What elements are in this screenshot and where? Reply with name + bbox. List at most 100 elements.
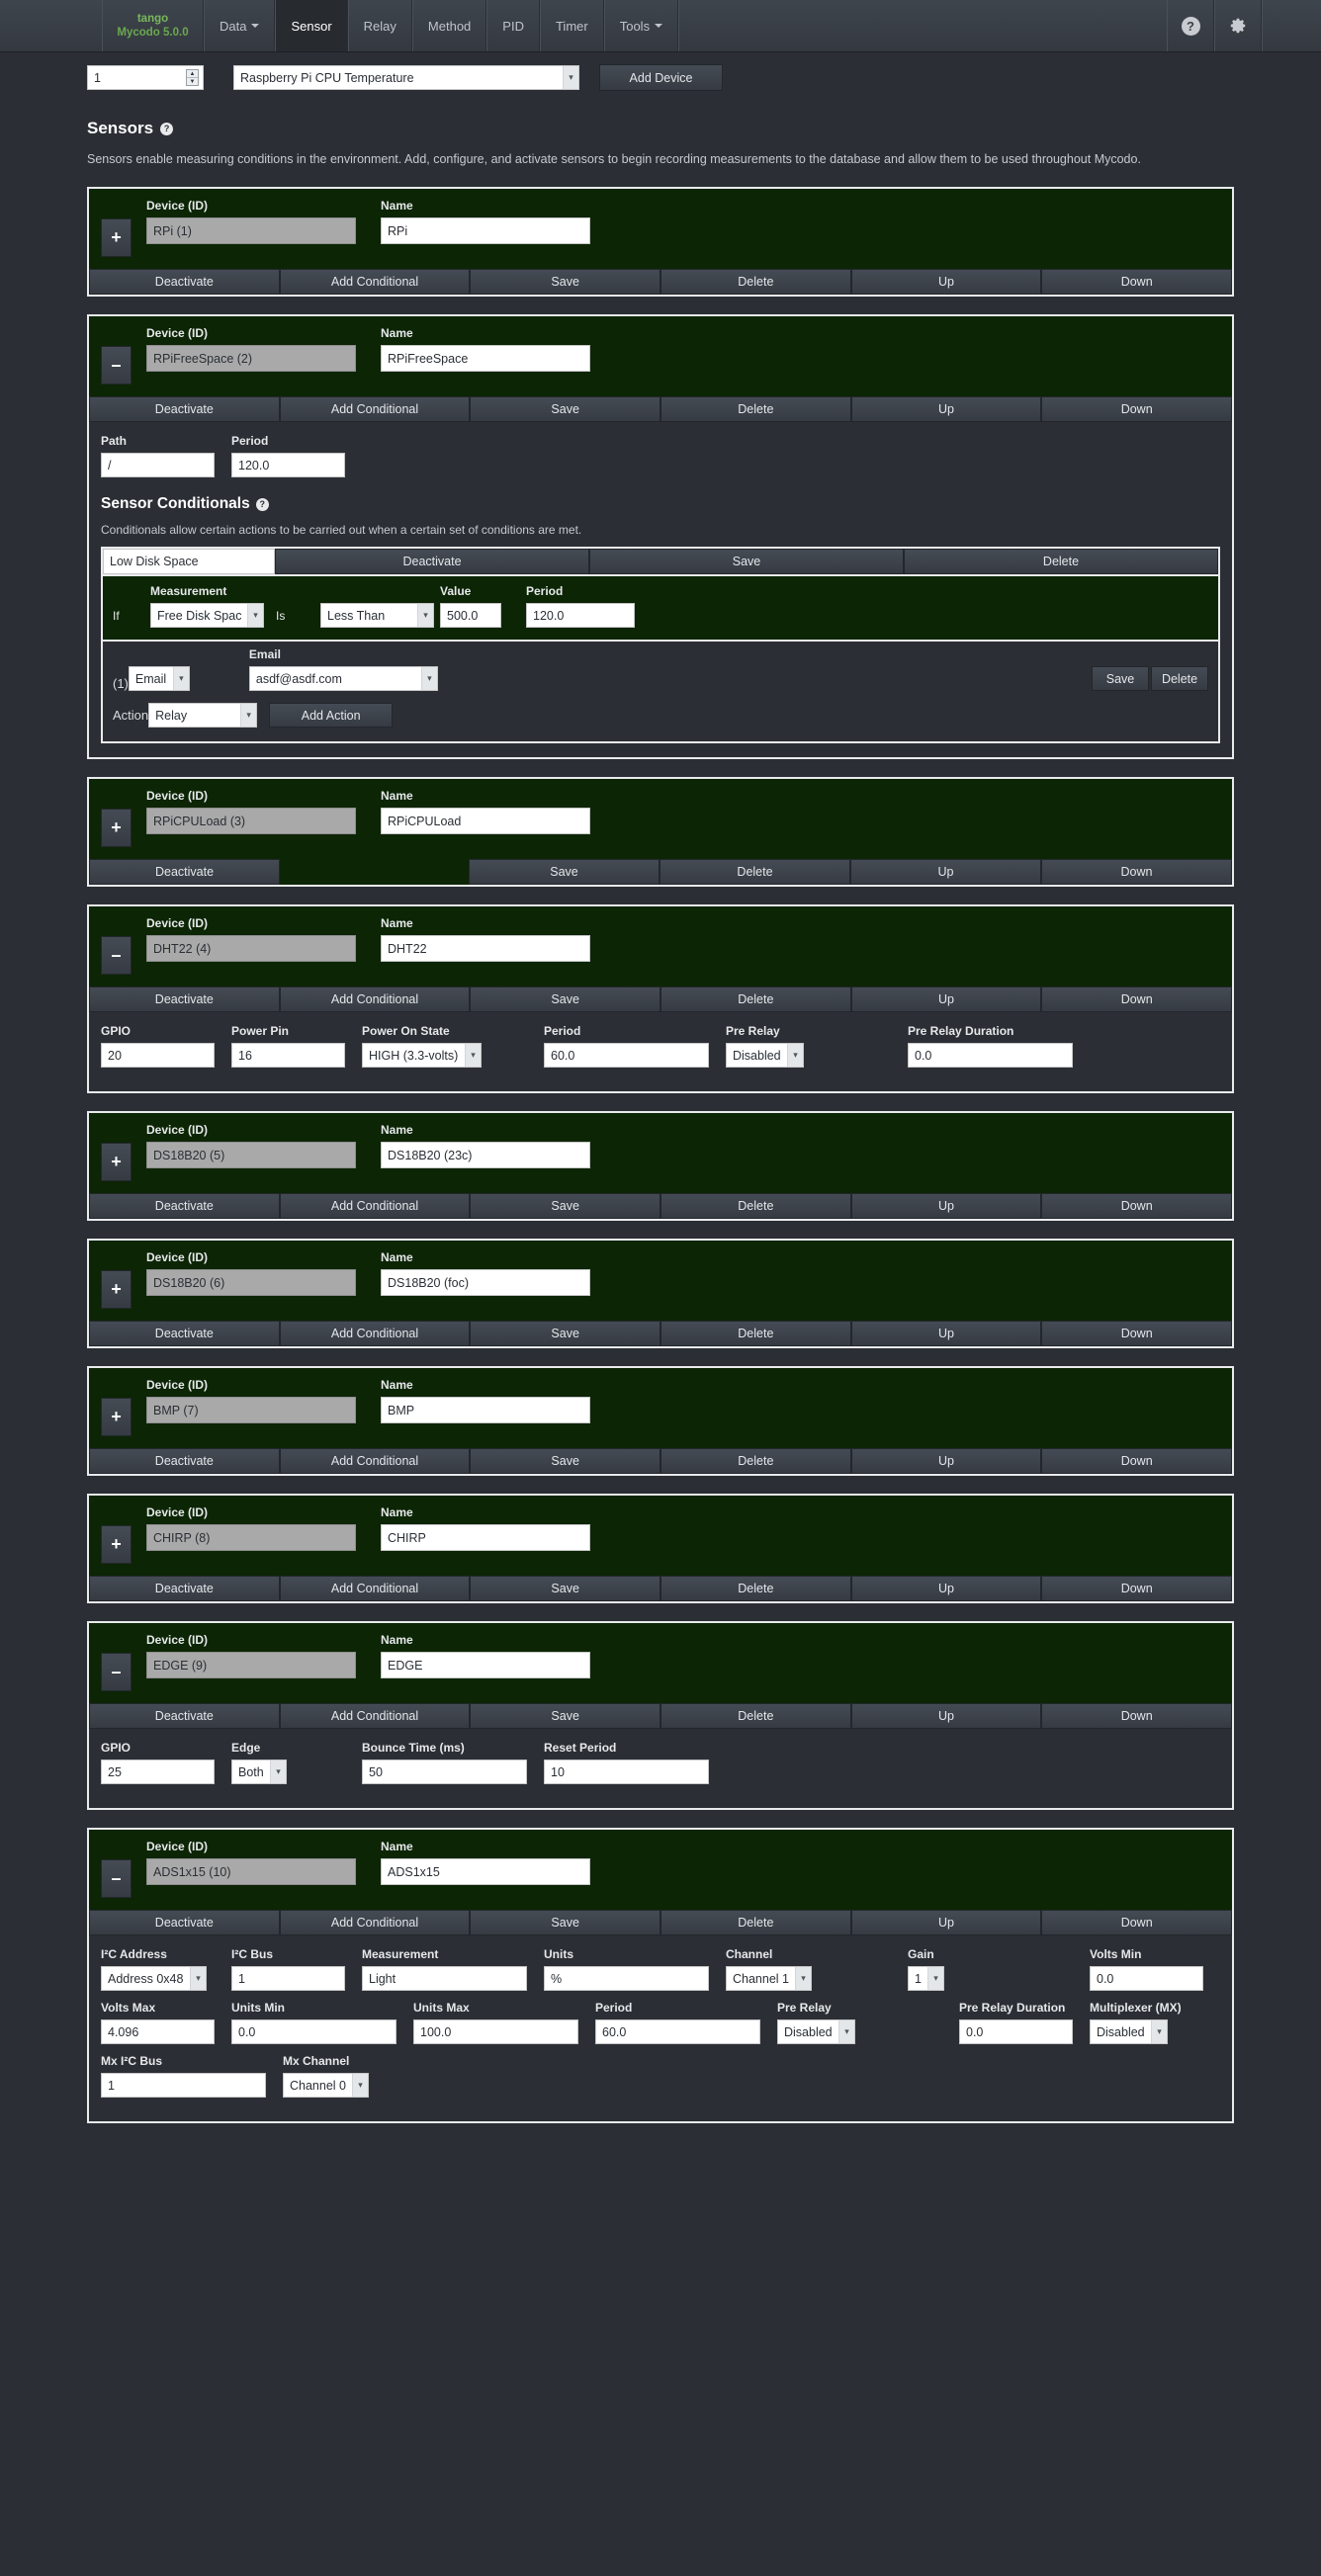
move-up-button[interactable]: Up xyxy=(850,269,1042,296)
field-input[interactable] xyxy=(544,1043,709,1069)
delete-button[interactable]: Delete xyxy=(660,1576,851,1602)
add-conditional-button[interactable]: Add Conditional xyxy=(279,269,471,296)
delete-button[interactable]: Delete xyxy=(660,1321,851,1347)
deactivate-button[interactable]: Deactivate xyxy=(89,1321,280,1347)
field-select[interactable]: Address 0x48 xyxy=(101,1966,207,1992)
add-conditional-button[interactable]: Add Conditional xyxy=(279,1910,471,1936)
deactivate-button[interactable]: Deactivate xyxy=(89,987,280,1013)
move-down-button[interactable]: Down xyxy=(1041,1448,1233,1475)
field-input[interactable] xyxy=(231,1966,345,1992)
field-input[interactable] xyxy=(381,1652,590,1679)
conditional-save-button[interactable]: Save xyxy=(589,549,904,575)
conditional-delete-button[interactable]: Delete xyxy=(904,549,1218,575)
expand-toggle-icon[interactable]: + xyxy=(101,1525,132,1565)
expand-toggle-icon[interactable]: + xyxy=(101,1270,132,1310)
add-device-button[interactable]: Add Device xyxy=(599,64,723,91)
field-select[interactable]: Free Disk Space xyxy=(150,603,264,629)
field-input[interactable] xyxy=(381,1397,590,1424)
conditional-deactivate-button[interactable]: Deactivate xyxy=(275,549,589,575)
quantity-stepper[interactable]: ▲ ▼ xyxy=(186,69,199,86)
field-input[interactable] xyxy=(595,2019,760,2045)
move-up-button[interactable]: Up xyxy=(850,396,1042,423)
move-up-button[interactable]: Up xyxy=(850,1448,1042,1475)
field-input[interactable] xyxy=(381,1858,590,1886)
field-select[interactable]: Channel 0 xyxy=(283,2073,369,2099)
save-button[interactable]: Save xyxy=(470,396,661,423)
delete-button[interactable]: Delete xyxy=(660,987,851,1013)
move-down-button[interactable]: Down xyxy=(1041,1193,1233,1220)
deactivate-button[interactable]: Deactivate xyxy=(89,1193,280,1220)
field-input[interactable] xyxy=(544,1760,709,1785)
save-button[interactable]: Save xyxy=(470,1321,661,1347)
nav-item-tools[interactable]: Tools xyxy=(603,0,679,51)
move-down-button[interactable]: Down xyxy=(1041,1910,1233,1936)
nav-item-pid[interactable]: PID xyxy=(486,0,540,51)
field-select[interactable]: Disabled xyxy=(1090,2019,1168,2045)
field-input[interactable] xyxy=(381,1524,590,1552)
move-up-button[interactable]: Up xyxy=(850,1703,1042,1730)
field-input[interactable] xyxy=(101,453,215,478)
collapse-toggle-icon[interactable]: – xyxy=(101,1653,132,1692)
device-type-select[interactable]: Raspberry Pi CPU Temperature xyxy=(233,65,579,90)
stepper-down-icon[interactable]: ▼ xyxy=(187,78,198,85)
deactivate-button[interactable]: Deactivate xyxy=(89,1703,280,1730)
add-conditional-button[interactable]: Add Conditional xyxy=(279,1703,471,1730)
email-input[interactable] xyxy=(248,666,438,692)
delete-button[interactable]: Delete xyxy=(660,1193,851,1220)
move-down-button[interactable]: Down xyxy=(1041,987,1233,1013)
nav-item-sensor[interactable]: Sensor xyxy=(275,0,348,51)
field-input[interactable] xyxy=(101,1760,215,1785)
save-button[interactable]: Save xyxy=(470,1703,661,1730)
save-button[interactable]: Save xyxy=(470,1576,661,1602)
expand-toggle-icon[interactable]: + xyxy=(101,1398,132,1437)
deactivate-button[interactable]: Deactivate xyxy=(89,1576,280,1602)
delete-button[interactable]: Delete xyxy=(660,1448,851,1475)
field-select[interactable]: Disabled xyxy=(726,1043,804,1069)
field-input[interactable] xyxy=(381,345,590,373)
save-button[interactable]: Save xyxy=(470,1193,661,1220)
add-conditional-button[interactable]: Add Conditional xyxy=(279,987,471,1013)
field-input[interactable] xyxy=(526,603,635,629)
help-button[interactable]: ? xyxy=(1167,0,1214,51)
add-conditional-button[interactable]: Add Conditional xyxy=(279,1448,471,1475)
field-input[interactable] xyxy=(413,2019,578,2045)
conditional-comparison-select[interactable]: Less Than xyxy=(320,603,434,629)
move-down-button[interactable]: Down xyxy=(1041,859,1232,886)
move-up-button[interactable]: Up xyxy=(850,1193,1042,1220)
field-input[interactable] xyxy=(381,935,590,963)
field-select[interactable]: Channel 1 xyxy=(726,1966,812,1992)
deactivate-button[interactable]: Deactivate xyxy=(89,396,280,423)
move-up-button[interactable]: Up xyxy=(850,859,1041,886)
save-button[interactable]: Save xyxy=(470,269,661,296)
deactivate-button[interactable]: Deactivate xyxy=(89,1448,280,1475)
field-input[interactable] xyxy=(231,1043,345,1069)
stepper-up-icon[interactable]: ▲ xyxy=(187,70,198,78)
deactivate-button[interactable]: Deactivate xyxy=(89,269,280,296)
field-input[interactable] xyxy=(440,603,501,629)
move-down-button[interactable]: Down xyxy=(1041,1703,1233,1730)
delete-button[interactable]: Delete xyxy=(660,396,851,423)
move-down-button[interactable]: Down xyxy=(1041,269,1233,296)
settings-button[interactable] xyxy=(1214,0,1262,51)
save-button[interactable]: Save xyxy=(469,859,660,886)
field-select[interactable]: 1 xyxy=(908,1966,944,1992)
deactivate-button[interactable]: Deactivate xyxy=(89,1910,280,1936)
delete-button[interactable]: Delete xyxy=(660,1910,851,1936)
field-input[interactable] xyxy=(381,808,590,835)
field-input[interactable] xyxy=(362,1966,527,1992)
field-input[interactable] xyxy=(231,453,345,478)
nav-item-relay[interactable]: Relay xyxy=(347,0,412,51)
brand-logo[interactable]: tango Mycodo 5.0.0 xyxy=(102,0,204,51)
expand-toggle-icon[interactable]: + xyxy=(101,1143,132,1182)
field-input[interactable] xyxy=(1090,1966,1203,1992)
conditionals-help-icon[interactable]: ? xyxy=(255,497,269,511)
field-input[interactable] xyxy=(381,1142,590,1169)
nav-item-data[interactable]: Data xyxy=(204,0,276,51)
field-input[interactable] xyxy=(544,1966,709,1992)
add-conditional-button[interactable]: Add Conditional xyxy=(279,396,471,423)
field-input[interactable] xyxy=(381,217,590,245)
action-select[interactable]: Relay xyxy=(148,703,258,729)
field-input[interactable] xyxy=(101,2019,215,2045)
sensors-help-icon[interactable]: ? xyxy=(160,122,174,135)
action-delete-button[interactable]: Delete xyxy=(1151,666,1208,692)
